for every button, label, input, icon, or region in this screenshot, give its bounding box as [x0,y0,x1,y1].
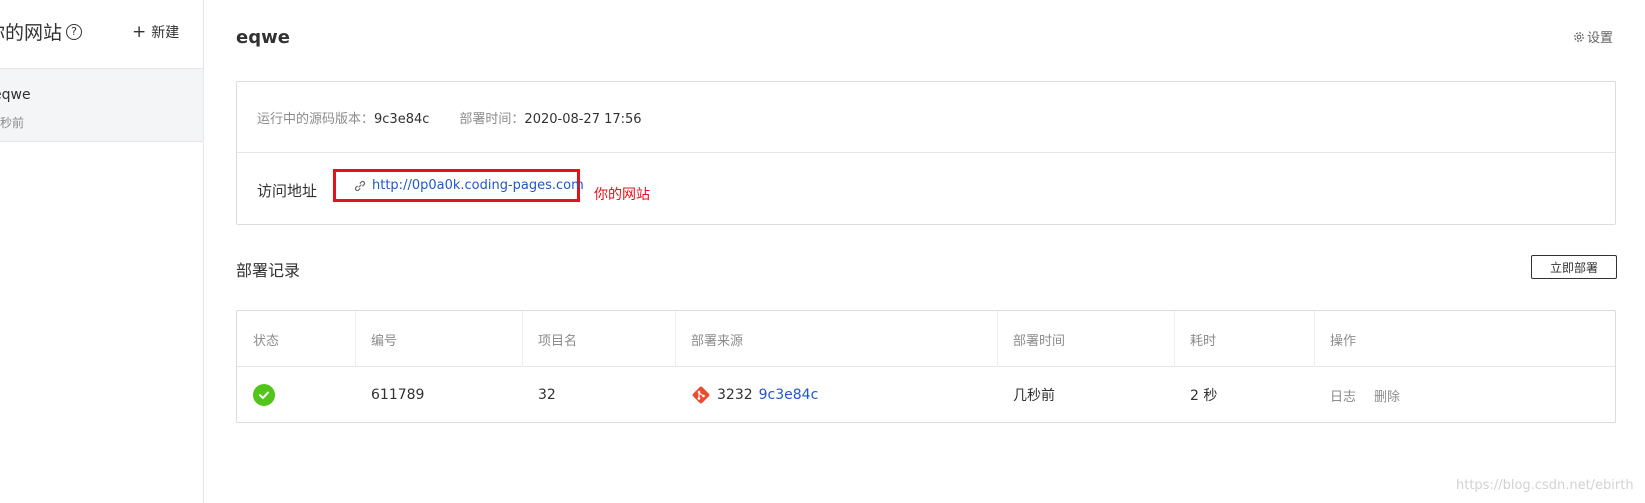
status-cell [237,367,275,423]
column-header-status: 状态 [253,333,280,349]
delete-link[interactable]: 删除 [1374,386,1400,405]
deploy-now-button[interactable]: 立即部署 [1531,255,1617,279]
site-updated-time: 几秒前 [0,116,25,130]
deploy-time-value: 2020-08-27 17:56 [524,111,642,127]
site-url-row: 访问地址 http://0p0a0k.coding-pages.com 你的网站 [237,154,1615,225]
column-header-project: 项目名 [522,311,577,367]
version-label: 运行中的源码版本： [257,111,375,127]
version-value: 9c3e84c [374,111,430,127]
table-header: 状态 编号 项目名 部署来源 部署时间 耗时 操作 [237,311,1615,367]
success-check-icon [253,384,275,406]
sidebar-item-site[interactable]: eqwe 几秒前 [0,68,203,142]
actions-cell: 日志 删除 [1314,367,1400,423]
visit-address-label: 访问地址 [257,182,318,200]
new-site-button[interactable]: + 新建 [132,22,179,42]
question-circle-icon[interactable]: ? [66,23,83,40]
version-info: 运行中的源码版本：9c3e84c [257,108,429,127]
table-row: 611789 32 3232 9c3e84c 几秒前 2 秒 日志 删除 [237,367,1615,423]
deploy-duration: 2 秒 [1190,388,1218,404]
source-branch: 3232 [717,387,753,403]
view-log-link[interactable]: 日志 [1330,386,1356,405]
deploy-table: 状态 编号 项目名 部署来源 部署时间 耗时 操作 611789 32 3232… [236,310,1616,423]
deploy-id: 611789 [371,387,425,403]
watermark: https://blog.csdn.net/ebirth [1456,478,1634,493]
site-name: eqwe [0,87,31,103]
column-header-source: 部署来源 [675,311,743,367]
link-icon [354,180,366,192]
column-header-duration: 耗时 [1174,311,1216,367]
new-site-label: 新建 [151,25,180,41]
source-commit-link[interactable]: 9c3e84c [759,387,819,403]
deploy-source-cell: 3232 9c3e84c [675,367,818,423]
settings-label: 设置 [1587,31,1614,46]
deploy-time-label: 部署时间： [459,111,525,127]
site-url-link[interactable]: http://0p0a0k.coding-pages.com [372,178,584,193]
deploy-records-title: 部署记录 [236,261,301,280]
sidebar-title: 你的网站 ? [0,18,83,45]
column-header-actions: 操作 [1314,311,1356,367]
site-info-panel: 运行中的源码版本：9c3e84c 部署时间：2020-08-27 17:56 访… [236,81,1616,225]
page-title: eqwe [236,27,290,48]
column-header-deploy-time: 部署时间 [997,311,1065,367]
site-version-row: 运行中的源码版本：9c3e84c 部署时间：2020-08-27 17:56 [237,82,1615,153]
project-name: 32 [538,387,556,403]
deploy-time-info: 部署时间：2020-08-27 17:56 [459,108,641,127]
sidebar: 你的网站 ? + 新建 eqwe 几秒前 [0,0,204,503]
settings-button[interactable]: 设置 [1573,27,1613,46]
annotation-your-site: 你的网站 [594,187,650,203]
column-header-id: 编号 [355,311,397,367]
deploy-time: 几秒前 [1013,388,1055,404]
sidebar-title-text: 你的网站 [0,22,63,44]
git-icon [691,385,711,405]
gear-icon [1573,31,1585,43]
plus-icon: + [132,21,147,42]
url-highlight-box: http://0p0a0k.coding-pages.com [333,169,584,202]
